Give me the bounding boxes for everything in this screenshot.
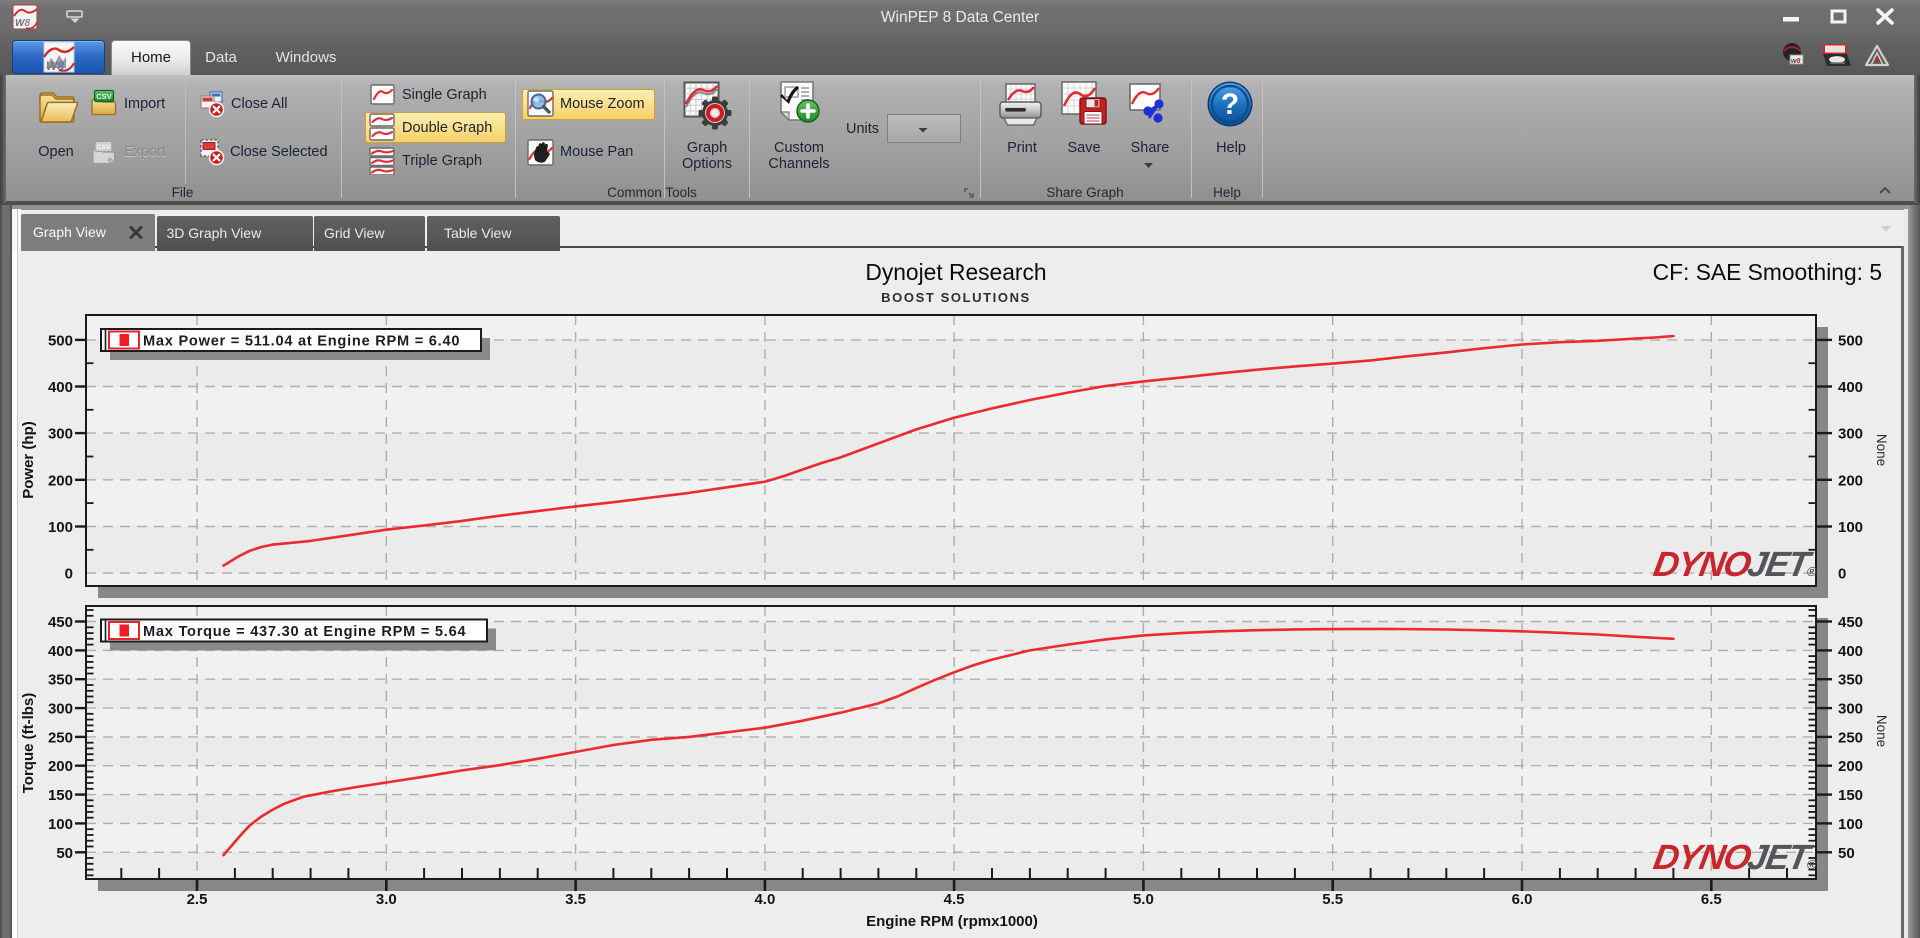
svg-text:DYNO: DYNO	[1651, 838, 1754, 877]
svg-text:4.5: 4.5	[944, 891, 965, 908]
svg-text:150: 150	[48, 787, 73, 804]
svg-text:500: 500	[48, 332, 73, 349]
svg-text:400: 400	[48, 379, 73, 396]
svg-text:Power (hp): Power (hp)	[20, 421, 37, 499]
svg-text:200: 200	[1838, 472, 1863, 489]
svg-text:Dynojet Research: Dynojet Research	[865, 259, 1046, 285]
svg-text:5.5: 5.5	[1322, 891, 1343, 908]
svg-text:3.0: 3.0	[376, 891, 397, 908]
svg-text:Torque (ft-lbs): Torque (ft-lbs)	[20, 693, 37, 794]
svg-text:4.0: 4.0	[754, 891, 775, 908]
svg-text:0: 0	[1838, 566, 1846, 583]
svg-text:Engine RPM (rpmx1000): Engine RPM (rpmx1000)	[866, 913, 1038, 930]
svg-text:50: 50	[1838, 845, 1855, 862]
svg-text:250: 250	[1838, 729, 1863, 746]
svg-text:100: 100	[1838, 519, 1863, 536]
svg-text:200: 200	[1838, 758, 1863, 775]
svg-text:450: 450	[48, 614, 73, 631]
svg-text:0: 0	[65, 566, 73, 583]
svg-text:CF: SAE Smoothing: 5: CF: SAE Smoothing: 5	[1653, 259, 1882, 285]
svg-text:?: ?	[1221, 88, 1239, 121]
svg-text:400: 400	[48, 643, 73, 660]
svg-text:CSV: CSV	[96, 92, 111, 101]
svg-text:100: 100	[1838, 816, 1863, 833]
svg-text:6.5: 6.5	[1701, 891, 1722, 908]
svg-text:250: 250	[48, 729, 73, 746]
svg-text:CSV: CSV	[97, 144, 111, 151]
svg-text:400: 400	[1838, 643, 1863, 660]
svg-text:W8: W8	[15, 18, 30, 29]
svg-text:DYNO: DYNO	[1651, 545, 1754, 584]
svg-text:400: 400	[1838, 379, 1863, 396]
svg-text:JET®: JET®	[1745, 545, 1822, 584]
svg-text:100: 100	[48, 816, 73, 833]
svg-text:200: 200	[48, 758, 73, 775]
svg-text:6.0: 6.0	[1512, 891, 1533, 908]
svg-text:5.0: 5.0	[1133, 891, 1154, 908]
svg-text:Max Torque = 437.30 at Engine: Max Torque = 437.30 at Engine RPM = 5.64	[143, 624, 466, 640]
svg-text:3.5: 3.5	[565, 891, 586, 908]
svg-text:2.5: 2.5	[187, 891, 208, 908]
svg-text:300: 300	[48, 701, 73, 718]
svg-text:50: 50	[56, 845, 73, 862]
svg-text:500: 500	[1838, 332, 1863, 349]
svg-text:300: 300	[1838, 426, 1863, 443]
svg-text:None: None	[1874, 434, 1889, 466]
svg-text:350: 350	[1838, 672, 1863, 689]
svg-text:w8: w8	[1791, 58, 1800, 65]
svg-text:JET®: JET®	[1745, 838, 1822, 877]
svg-text:200: 200	[48, 472, 73, 489]
svg-text:450: 450	[1838, 614, 1863, 631]
svg-text:100: 100	[48, 519, 73, 536]
svg-text:150: 150	[1838, 787, 1863, 804]
svg-text:Max Power = 511.04 at Engine R: Max Power = 511.04 at Engine RPM = 6.40	[143, 334, 460, 350]
svg-text:None: None	[1874, 715, 1889, 747]
svg-text:350: 350	[48, 672, 73, 689]
svg-text:BOOST SOLUTIONS: BOOST SOLUTIONS	[881, 290, 1031, 305]
svg-text:300: 300	[1838, 701, 1863, 718]
svg-text:300: 300	[48, 426, 73, 443]
